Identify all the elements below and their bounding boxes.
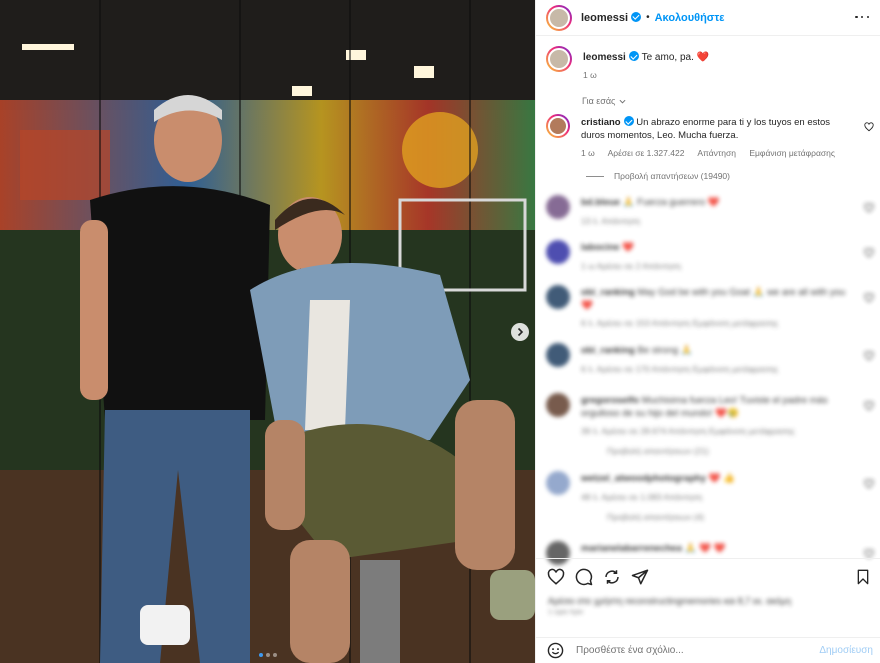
post-caption: leomessi Te amo, pa. ❤️ 1 ω	[546, 46, 709, 80]
comment-item: obi_ranking May God be with you Goat 🙏 w…	[546, 285, 876, 328]
caption-time[interactable]: 1 ω	[583, 70, 597, 80]
author-avatar[interactable]	[546, 4, 572, 31]
comment-meta[interactable]: 48 λ. Αρέσει σε 1.083 Απάντηση	[581, 492, 849, 502]
comment-username[interactable]: wetzel_atwoodphotography	[581, 473, 706, 484]
comment-item: bd.bleue 🙏 Fuerza guerrero ❤️ 13 λ. Απάντ…	[546, 195, 876, 226]
commenter-avatar[interactable]	[546, 114, 570, 138]
carousel-dot	[265, 653, 270, 657]
comment-username[interactable]: cristiano	[581, 117, 621, 128]
likes-summary[interactable]: Αρέσει στο χρήστη reconstructingmemories…	[548, 596, 868, 616]
comment-text: 🙏 ❤️ ❤️	[684, 543, 726, 554]
send-icon[interactable]	[631, 568, 649, 586]
emoji-icon[interactable]	[547, 642, 564, 659]
post-media	[0, 0, 535, 663]
commenter-avatar[interactable]	[546, 393, 570, 417]
comment-username[interactable]: gregoroselfo	[581, 395, 639, 406]
commenter-avatar[interactable]	[546, 285, 570, 309]
separator: •	[646, 12, 650, 23]
next-slide-button[interactable]	[511, 323, 529, 341]
follow-button[interactable]: Ακολουθήστε	[655, 12, 725, 24]
comment-username[interactable]: bd.bleue	[581, 197, 620, 208]
post-time: 1 ώρα πριν	[548, 609, 584, 616]
view-replies-button[interactable]: Προβολή απαντήσεων (19490)	[586, 171, 730, 181]
carousel-dot-active	[258, 653, 263, 657]
comment-username[interactable]: marianelabarrenechea	[581, 543, 682, 554]
comment-meta[interactable]: 6 λ. Αρέσει σε 170 Απάντηση Εμφάνιση μετ…	[581, 364, 849, 374]
comment-meta[interactable]: 13 λ. Απάντηση	[581, 216, 849, 226]
post-side-panel: leomessi • Ακολουθήστε leomessi Te amo, …	[535, 0, 880, 663]
action-bar	[536, 558, 880, 594]
heart-icon[interactable]	[864, 351, 874, 361]
comment-item: wetzel_atwoodphotography ❤️ 👍 48 λ. Αρέσε…	[546, 471, 876, 522]
chevron-right-icon	[517, 327, 524, 337]
verified-icon	[623, 116, 634, 126]
likes-text: Αρέσει στο χρήστη reconstructingmemories…	[548, 596, 792, 606]
commenter-avatar[interactable]	[546, 240, 570, 264]
comment-text: Be strong 🙏	[637, 345, 693, 356]
comment-text: ❤️	[622, 242, 635, 253]
heart-icon[interactable]	[864, 203, 874, 213]
comment-meta[interactable]: 1 ω Αρέσει σε 2 Απάντηση	[581, 261, 849, 271]
comments-filter-label: Για εσάς	[582, 96, 616, 106]
comment-username[interactable]: obi_ranking	[581, 287, 635, 298]
heart-icon[interactable]	[864, 479, 874, 489]
view-replies-button[interactable]: Προβολή απαντήσεων (4)	[607, 512, 849, 522]
author-avatar[interactable]	[546, 46, 572, 72]
share-icon[interactable]	[603, 568, 621, 586]
caption-text: Te amo, pa. ❤️	[641, 52, 710, 63]
verified-icon	[631, 11, 642, 22]
heart-icon[interactable]	[864, 248, 874, 258]
comment-item: labocine ❤️ 1 ω Αρέσει σε 2 Απάντηση	[546, 240, 876, 271]
carousel-indicator	[0, 653, 535, 657]
chevron-down-icon	[619, 99, 626, 104]
comment-likes[interactable]: Αρέσει σε 1.327.422	[608, 148, 685, 158]
commenter-avatar[interactable]	[546, 471, 570, 495]
reply-button[interactable]: Απάντηση	[697, 148, 736, 158]
comment-time[interactable]: 1 ω	[581, 148, 595, 158]
comment-text: ❤️ 👍	[708, 473, 736, 484]
carousel-dot	[272, 653, 277, 657]
heart-icon[interactable]	[864, 122, 874, 132]
heart-icon[interactable]	[864, 401, 874, 411]
comment-item: gregoroselfo Muchisima fuerza Leo! Tuvis…	[546, 393, 876, 456]
post-comment-button[interactable]: Δημοσίευση	[819, 645, 873, 656]
bookmark-icon[interactable]	[855, 569, 871, 585]
comment-meta[interactable]: 6 λ. Αρέσει σε 153 Απάντηση Εμφάνιση μετ…	[581, 318, 849, 328]
comment-input[interactable]	[576, 645, 796, 656]
more-icon[interactable]	[855, 12, 869, 22]
translate-button[interactable]: Εμφάνιση μετάφρασης	[749, 148, 835, 158]
comments-filter-dropdown[interactable]: Για εσάς	[582, 96, 626, 106]
comment-icon[interactable]	[575, 568, 593, 586]
author-username[interactable]: leomessi	[581, 11, 642, 24]
heart-icon[interactable]	[864, 293, 874, 303]
commenter-avatar[interactable]	[546, 343, 570, 367]
comment-item: cristiano Un abrazo enorme para ti y los…	[546, 114, 876, 158]
post-header: leomessi • Ακολουθήστε	[536, 0, 880, 36]
comment-composer: Δημοσίευση	[536, 637, 880, 663]
comment-username[interactable]: labocine	[581, 242, 620, 253]
comment-item: obi_ranking Be strong 🙏 6 λ. Αρέσει σε 17…	[546, 343, 876, 374]
verified-icon	[628, 51, 639, 61]
post-photo	[0, 0, 535, 663]
like-icon[interactable]	[547, 568, 565, 586]
caption-username[interactable]: leomessi	[583, 52, 626, 63]
commenter-avatar[interactable]	[546, 195, 570, 219]
comment-meta[interactable]: 39 λ. Αρέσει σε 28.674 Απάντηση Εμφάνιση…	[581, 426, 849, 436]
view-replies-button[interactable]: Προβολή απαντήσεων (21)	[607, 446, 849, 456]
view-replies-label: Προβολή απαντήσεων (19490)	[614, 171, 730, 181]
comment-username[interactable]: obi_ranking	[581, 345, 635, 356]
comment-text: 🙏 Fuerza guerrero ❤️	[622, 197, 720, 208]
instagram-post: leomessi • Ακολουθήστε leomessi Te amo, …	[0, 0, 880, 663]
